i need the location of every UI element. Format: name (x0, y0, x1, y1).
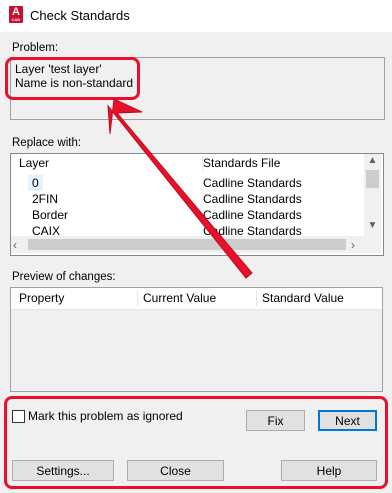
annotation-arrow-shape (107, 98, 253, 279)
annotation-arrow-icon (107, 98, 253, 279)
